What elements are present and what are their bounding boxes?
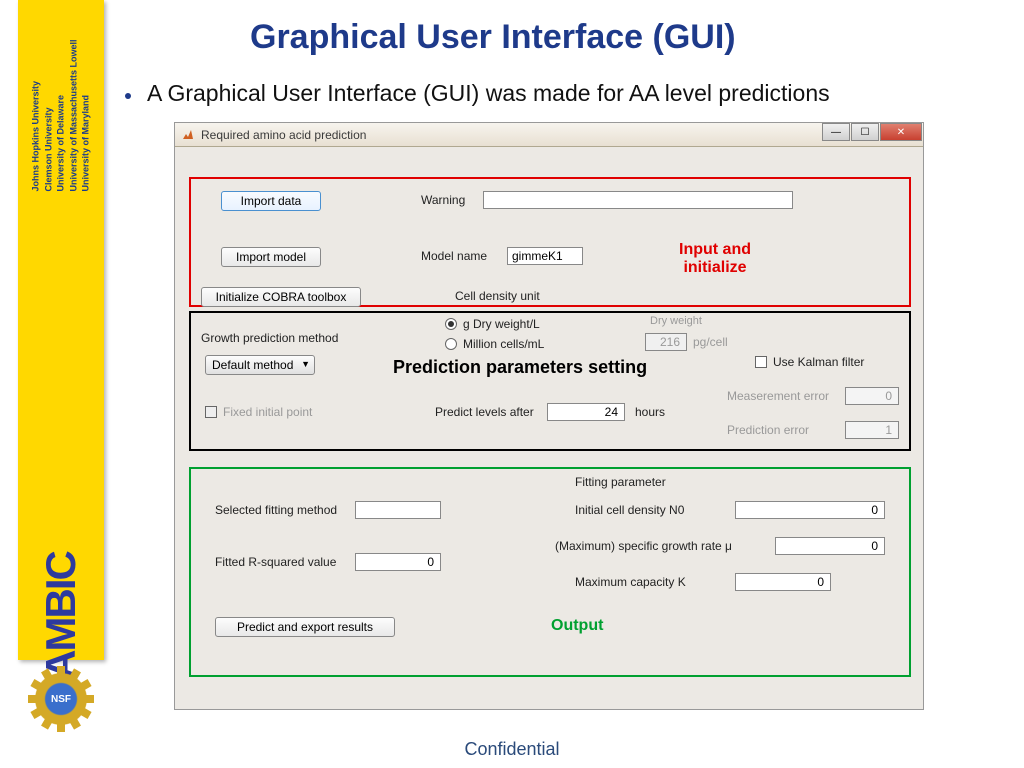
kalman-row: Use Kalman filter (755, 355, 864, 369)
gui-window: Required amino acid prediction — ☐ ✕ Imp… (174, 122, 924, 710)
fixed-point-checkbox (205, 406, 217, 418)
ambic-sidebar: Johns Hopkins University Clemson Univers… (18, 0, 104, 660)
output-section (189, 467, 911, 677)
bullet-dot-icon (125, 93, 131, 99)
n0-field[interactable] (735, 501, 885, 519)
slide-title: Graphical User Interface (GUI) (250, 18, 736, 57)
dry-weight-field (645, 333, 687, 351)
selected-fitting-label: Selected fitting method (215, 503, 337, 517)
warning-field[interactable] (483, 191, 793, 209)
ambic-logo: AMBIC (37, 552, 85, 680)
prediction-error-field (845, 421, 899, 439)
kalman-label: Use Kalman filter (773, 355, 864, 369)
predict-after-label: Predict levels after (435, 405, 534, 419)
import-model-button[interactable]: Import model (221, 247, 321, 267)
title-bar: Required amino acid prediction — ☐ ✕ (175, 123, 923, 147)
nsf-logo: NSF (30, 668, 92, 730)
n0-label: Initial cell density N0 (575, 503, 684, 517)
output-annotation: Output (551, 617, 603, 635)
mu-label: (Maximum) specific growth rate μ (555, 539, 732, 553)
gui-body: Import data Warning Import model Model n… (175, 147, 923, 709)
rsq-field[interactable] (355, 553, 441, 571)
prediction-error-label: Prediction error (727, 423, 809, 437)
measurement-error-field (845, 387, 899, 405)
bullet-text: A Graphical User Interface (GUI) was mad… (147, 80, 830, 107)
radio-dry-weight-row: g Dry weight/L (445, 317, 540, 331)
prediction-params-annotation: Prediction parameters setting (393, 357, 647, 378)
university-list: Johns Hopkins University Clemson Univers… (30, 0, 93, 191)
warning-label: Warning (421, 193, 465, 207)
fixed-point-label: Fixed initial point (223, 405, 312, 419)
maximize-button[interactable]: ☐ (851, 123, 879, 141)
dry-weight-label: Dry weight (650, 315, 702, 327)
predict-after-unit: hours (635, 405, 665, 419)
mu-field[interactable] (775, 537, 885, 555)
confidential-footer: Confidential (0, 739, 1024, 760)
model-name-label: Model name (421, 249, 487, 263)
initialize-cobra-button[interactable]: Initialize COBRA toolbox (201, 287, 361, 307)
selected-fitting-field[interactable] (355, 501, 441, 519)
measurement-error-label: Measerement error (727, 389, 829, 403)
fixed-point-row: Fixed initial point (205, 405, 312, 419)
fitting-parameter-label: Fitting parameter (575, 475, 666, 489)
nsf-text: NSF (30, 668, 92, 730)
growth-method-select[interactable]: Default method (205, 355, 315, 375)
minimize-button[interactable]: — (822, 123, 850, 141)
radio-dry-weight-label: g Dry weight/L (463, 317, 540, 331)
radio-million-cells-row: Million cells/mL (445, 337, 544, 351)
matlab-icon (181, 128, 195, 142)
radio-dry-weight[interactable] (445, 318, 457, 330)
import-data-button[interactable]: Import data (221, 191, 321, 211)
window-title: Required amino acid prediction (201, 128, 366, 142)
bullet-row: A Graphical User Interface (GUI) was mad… (125, 80, 830, 107)
radio-million-cells-label: Million cells/mL (463, 337, 544, 351)
predict-export-button[interactable]: Predict and export results (215, 617, 395, 637)
close-button[interactable]: ✕ (880, 123, 922, 141)
window-controls: — ☐ ✕ (822, 123, 923, 141)
cell-density-unit-label: Cell density unit (455, 289, 540, 303)
model-name-field[interactable] (507, 247, 583, 265)
growth-method-label: Growth prediction method (201, 331, 338, 345)
kalman-checkbox[interactable] (755, 356, 767, 368)
predict-after-field[interactable] (547, 403, 625, 421)
rsq-label: Fitted R-squared value (215, 555, 336, 569)
dry-weight-unit: pg/cell (693, 335, 728, 349)
k-label: Maximum capacity K (575, 575, 686, 589)
k-field[interactable] (735, 573, 831, 591)
radio-million-cells[interactable] (445, 338, 457, 350)
input-initialize-annotation: Input and initialize (655, 241, 775, 277)
